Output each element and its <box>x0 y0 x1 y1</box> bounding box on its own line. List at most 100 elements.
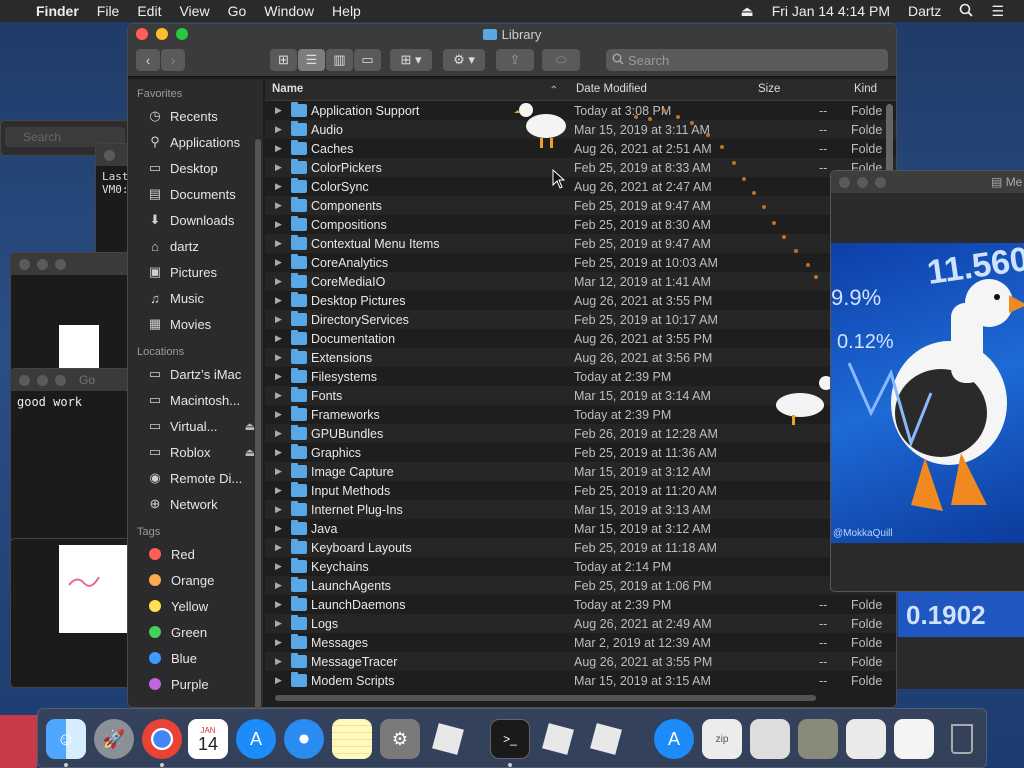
table-row[interactable]: ▶ Graphics Feb 25, 2019 at 11:36 AM <box>265 443 896 462</box>
menu-view[interactable]: View <box>170 3 218 19</box>
terminal-icon[interactable]: >_ <box>490 719 530 759</box>
minimize-dot[interactable] <box>37 258 48 270</box>
disclosure-triangle-icon[interactable]: ▶ <box>275 618 282 629</box>
disclosure-triangle-icon[interactable]: ▶ <box>275 561 282 572</box>
disclosure-triangle-icon[interactable]: ▶ <box>275 219 282 230</box>
note-titlebar[interactable]: Go <box>11 369 129 391</box>
disclosure-triangle-icon[interactable]: ▶ <box>275 599 282 610</box>
zoom-dot[interactable] <box>55 258 66 270</box>
table-row[interactable]: ▶ Modem Scripts Mar 15, 2019 at 3:15 AM -- F… <box>265 671 896 690</box>
sidebar-item-desktop[interactable]: ▭ Desktop <box>128 155 263 181</box>
sidebar-item-downloads[interactable]: ⬇ Downloads <box>128 207 263 233</box>
sidebar-location-virtual[interactable]: ▭ Virtual... ⏏ <box>128 413 263 439</box>
table-row[interactable]: ▶ Image Capture Mar 15, 2019 at 3:12 AM <box>265 462 896 481</box>
disclosure-triangle-icon[interactable]: ▶ <box>275 523 282 534</box>
sidebar-item-movies[interactable]: ▦ Movies <box>128 311 263 337</box>
disclosure-triangle-icon[interactable]: ▶ <box>275 276 282 287</box>
share-button[interactable]: ⇪ <box>496 49 534 71</box>
launchpad-icon[interactable]: 🚀 <box>94 719 134 759</box>
menu-user[interactable]: Dartz <box>899 3 950 19</box>
sidebar-tag-yellow[interactable]: Yellow <box>128 593 263 619</box>
menu-help[interactable]: Help <box>323 3 370 19</box>
disclosure-triangle-icon[interactable]: ▶ <box>275 238 282 249</box>
disclosure-triangle-icon[interactable]: ▶ <box>275 637 282 648</box>
menu-go[interactable]: Go <box>219 3 256 19</box>
disclosure-triangle-icon[interactable]: ▶ <box>275 466 282 477</box>
disclosure-triangle-icon[interactable]: ▶ <box>275 542 282 553</box>
disclosure-triangle-icon[interactable]: ▶ <box>275 124 282 135</box>
column-size[interactable]: Size <box>758 83 780 95</box>
list-view-button[interactable]: ☰ <box>298 49 325 71</box>
table-row[interactable]: ▶ Extensions Aug 26, 2021 at 3:56 PM <box>265 348 896 367</box>
eject-icon[interactable]: ⏏ <box>731 3 762 20</box>
minimize-dot[interactable] <box>37 374 48 386</box>
table-row[interactable]: ▶ Keychains Today at 2:14 PM <box>265 557 896 576</box>
sidebar-item-music[interactable]: ♫ Music <box>128 285 263 311</box>
table-row[interactable]: ▶ DirectoryServices Feb 25, 2019 at 10:17 … <box>265 310 896 329</box>
roblox-player-icon[interactable] <box>586 719 626 759</box>
screenshot-icon[interactable] <box>750 719 790 759</box>
close-button[interactable] <box>136 28 148 40</box>
chrome-icon[interactable] <box>142 719 182 759</box>
calendar-icon[interactable]: JAN 14 <box>188 719 228 759</box>
left-window-titlebar[interactable] <box>11 253 129 275</box>
close-dot[interactable] <box>104 149 115 161</box>
image-preview-window[interactable]: ▤ Me 11.560 9.9% 0.12% @MokkaQuill <box>830 170 1024 592</box>
close-dot[interactable] <box>19 258 30 270</box>
disclosure-triangle-icon[interactable]: ▶ <box>275 504 282 515</box>
table-row[interactable]: ▶ LaunchDaemons Today at 2:39 PM -- Folde <box>265 595 896 614</box>
menu-edit[interactable]: Edit <box>128 3 170 19</box>
zoom-dot[interactable] <box>55 374 66 386</box>
horizontal-scrollbar[interactable] <box>275 695 816 701</box>
safari-icon[interactable] <box>284 719 324 759</box>
sidebar-tag-blue[interactable]: Blue <box>128 645 263 671</box>
disclosure-triangle-icon[interactable]: ▶ <box>275 333 282 344</box>
disclosure-triangle-icon[interactable]: ▶ <box>275 105 282 116</box>
forward-button[interactable]: › <box>161 49 185 71</box>
disclosure-triangle-icon[interactable]: ▶ <box>275 200 282 211</box>
sidebar-item-documents[interactable]: ▤ Documents <box>128 181 263 207</box>
table-row[interactable]: ▶ Messages Mar 2, 2019 at 12:39 AM -- Folde <box>265 633 896 652</box>
column-name[interactable]: Name <box>272 83 303 95</box>
sidebar-item-dartz[interactable]: ⌂ dartz <box>128 233 263 259</box>
image-icon[interactable] <box>798 719 838 759</box>
disclosure-triangle-icon[interactable]: ▶ <box>275 181 282 192</box>
close-dot[interactable] <box>19 374 30 386</box>
sidebar-location-dartz-s-imac[interactable]: ▭ Dartz’s iMac <box>128 361 263 387</box>
disclosure-triangle-icon[interactable]: ▶ <box>275 428 282 439</box>
disclosure-triangle-icon[interactable]: ▶ <box>275 580 282 591</box>
disclosure-triangle-icon[interactable]: ▶ <box>275 485 282 496</box>
disclosure-triangle-icon[interactable]: ▶ <box>275 314 282 325</box>
app-store-icon[interactable]: A <box>236 719 276 759</box>
eject-icon[interactable]: ⏏ <box>245 446 255 459</box>
group-by-button[interactable]: ⊞ ▾ <box>390 49 432 71</box>
screenshot-icon[interactable] <box>894 719 934 759</box>
sidebar-location-remote-di[interactable]: ◉ Remote Di... <box>128 465 263 491</box>
spotlight-icon[interactable] <box>950 3 982 20</box>
notification-center-icon[interactable]: ☰ <box>982 3 1024 20</box>
sidebar-tag-purple[interactable]: Purple <box>128 671 263 697</box>
disclosure-triangle-icon[interactable]: ▶ <box>275 447 282 458</box>
icon-view-button[interactable]: ⊞ <box>270 49 297 71</box>
preview-titlebar[interactable]: ▤ Me <box>831 171 1024 193</box>
disclosure-triangle-icon[interactable]: ▶ <box>275 352 282 363</box>
image-icon[interactable] <box>846 719 886 759</box>
back-button[interactable]: ‹ <box>136 49 160 71</box>
sidebar-tag-orange[interactable]: Orange <box>128 567 263 593</box>
sidebar-location-roblox[interactable]: ▭ Roblox ⏏ <box>128 439 263 465</box>
table-row[interactable]: ▶ MessageTracer Aug 26, 2021 at 3:55 PM -- F… <box>265 652 896 671</box>
disclosure-triangle-icon[interactable]: ▶ <box>275 390 282 401</box>
notes-icon[interactable] <box>332 719 372 759</box>
minimize-dot[interactable] <box>857 176 868 188</box>
roblox-studio-icon[interactable] <box>538 719 578 759</box>
sidebar-item-applications[interactable]: ⚲ Applications <box>128 129 263 155</box>
archive-icon[interactable]: zip <box>702 719 742 759</box>
app-store-icon[interactable]: A <box>654 719 694 759</box>
sidebar-item-pictures[interactable]: ▣ Pictures <box>128 259 263 285</box>
close-dot[interactable] <box>839 176 850 188</box>
table-row[interactable]: ▶ Documentation Aug 26, 2021 at 3:55 PM <box>265 329 896 348</box>
disclosure-triangle-icon[interactable]: ▶ <box>275 295 282 306</box>
column-view-button[interactable]: ▥ <box>326 49 353 71</box>
table-row[interactable]: ▶ Java Mar 15, 2019 at 3:12 AM <box>265 519 896 538</box>
sidebar-tag-red[interactable]: Red <box>128 541 263 567</box>
